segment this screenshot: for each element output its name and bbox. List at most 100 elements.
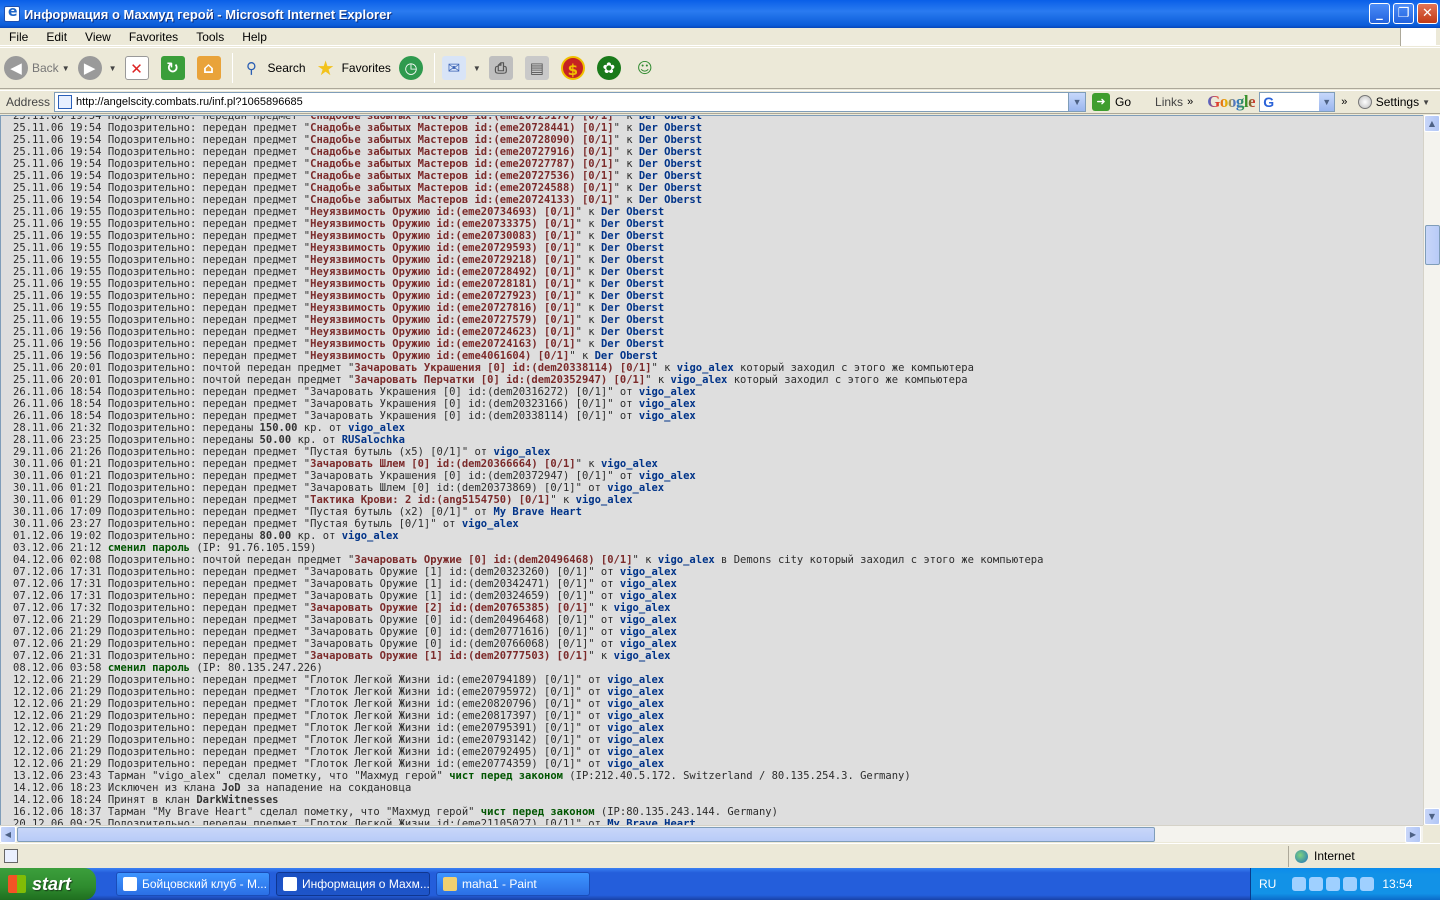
player-link[interactable]: vigo_alex bbox=[658, 554, 715, 566]
player-link[interactable]: vigo_alex bbox=[639, 386, 696, 398]
plugin-button-2[interactable]: ✿ bbox=[593, 50, 629, 86]
player-link[interactable]: Der Oberst bbox=[601, 266, 664, 278]
menu-tools[interactable]: Tools bbox=[187, 30, 233, 44]
menu-favorites[interactable]: Favorites bbox=[120, 30, 187, 44]
mail-button[interactable]: ✉ ▼ bbox=[438, 50, 485, 86]
vertical-scroll-thumb[interactable] bbox=[1425, 225, 1440, 265]
player-link[interactable]: vigo_alex bbox=[576, 494, 633, 506]
player-link[interactable]: vigo_alex bbox=[601, 458, 658, 470]
player-link[interactable]: Der Oberst bbox=[639, 134, 702, 146]
player-link[interactable]: vigo_alex bbox=[620, 590, 677, 602]
forward-button[interactable]: ▶ ▼ bbox=[74, 50, 121, 86]
player-link[interactable]: Der Oberst bbox=[595, 350, 658, 362]
player-link[interactable]: vigo_alex bbox=[607, 722, 664, 734]
start-button[interactable]: start bbox=[0, 868, 96, 900]
horizontal-scrollbar[interactable]: ◀ ▶ bbox=[0, 825, 1423, 843]
plugin-button-1[interactable]: $ bbox=[557, 50, 593, 86]
menu-edit[interactable]: Edit bbox=[37, 30, 76, 44]
player-link[interactable]: vigo_alex bbox=[620, 638, 677, 650]
player-link[interactable]: Der Oberst bbox=[639, 158, 702, 170]
search-button[interactable]: ⚲ Search bbox=[236, 50, 310, 86]
player-link[interactable]: vigo_alex bbox=[607, 686, 664, 698]
scroll-down-icon[interactable]: ▼ bbox=[1424, 808, 1440, 825]
player-link[interactable]: Der Oberst bbox=[601, 314, 664, 326]
taskbar-item-combats[interactable]: Бойцовский клуб - M... bbox=[116, 872, 270, 896]
player-link[interactable]: vigo_alex bbox=[639, 398, 696, 410]
player-link[interactable]: vigo_alex bbox=[607, 482, 664, 494]
tray-chevron-icon[interactable] bbox=[1292, 877, 1307, 891]
player-link[interactable]: Der Oberst bbox=[601, 326, 664, 338]
player-link[interactable]: RUSalochka bbox=[342, 434, 405, 446]
menu-file[interactable]: File bbox=[0, 30, 37, 44]
volume-icon[interactable] bbox=[1326, 877, 1341, 891]
settings-button[interactable]: Settings ▼ bbox=[1357, 95, 1430, 109]
minimize-button[interactable]: _ bbox=[1369, 3, 1390, 24]
player-link[interactable]: vigo_alex bbox=[639, 470, 696, 482]
messenger-button[interactable]: ☺ bbox=[629, 50, 665, 86]
player-link[interactable]: vigo_alex bbox=[348, 422, 405, 434]
player-link[interactable]: vigo_alex bbox=[462, 518, 519, 530]
chevron-down-icon[interactable]: ▼ bbox=[1068, 93, 1086, 111]
refresh-button[interactable]: ↻ bbox=[157, 50, 193, 86]
player-link[interactable]: My Brave Heart bbox=[493, 506, 582, 518]
player-link[interactable]: vigo_alex bbox=[607, 734, 664, 746]
network-icon[interactable] bbox=[1309, 877, 1324, 891]
player-link[interactable]: vigo_alex bbox=[342, 530, 399, 542]
player-link[interactable]: vigo_alex bbox=[607, 674, 664, 686]
messenger-tray-icon[interactable] bbox=[1343, 877, 1358, 891]
player-link[interactable]: vigo_alex bbox=[607, 710, 664, 722]
language-indicator[interactable]: RU bbox=[1259, 877, 1276, 891]
player-link[interactable]: vigo_alex bbox=[677, 362, 734, 374]
player-link[interactable]: Der Oberst bbox=[639, 122, 702, 134]
vertical-scrollbar[interactable]: ▲ ▼ bbox=[1423, 115, 1440, 825]
player-link[interactable]: vigo_alex bbox=[607, 698, 664, 710]
page-content[interactable]: 25.11.06 19:54 Подозрительно: передан пр… bbox=[0, 115, 1423, 825]
player-link[interactable]: vigo_alex bbox=[620, 566, 677, 578]
address-input[interactable]: http://angelscity.combats.ru/inf.pl?1065… bbox=[54, 92, 1087, 112]
history-button[interactable]: ◷ bbox=[395, 50, 431, 86]
taskbar-item-paint[interactable]: maha1 - Paint bbox=[436, 872, 590, 896]
player-link[interactable]: Der Oberst bbox=[639, 170, 702, 182]
player-link[interactable]: My Brave Heart bbox=[607, 818, 696, 825]
player-link[interactable]: Der Oberst bbox=[639, 194, 702, 206]
player-link[interactable]: Der Oberst bbox=[601, 254, 664, 266]
player-link[interactable]: Der Oberst bbox=[601, 290, 664, 302]
links-button[interactable]: Links bbox=[1155, 95, 1183, 109]
player-link[interactable]: Der Oberst bbox=[601, 206, 664, 218]
player-link[interactable]: vigo_alex bbox=[620, 626, 677, 638]
player-link[interactable]: vigo_alex bbox=[614, 650, 671, 662]
horizontal-scroll-thumb[interactable] bbox=[17, 827, 1155, 842]
chevron-right-icon[interactable]: » bbox=[1187, 96, 1193, 108]
player-link[interactable]: Der Oberst bbox=[639, 182, 702, 194]
player-link[interactable]: vigo_alex bbox=[607, 758, 664, 770]
menu-help[interactable]: Help bbox=[233, 30, 276, 44]
player-link[interactable]: Der Oberst bbox=[601, 278, 664, 290]
player-link[interactable]: Der Oberst bbox=[601, 218, 664, 230]
chevron-down-icon[interactable]: ▼ bbox=[1319, 93, 1335, 111]
player-link[interactable]: vigo_alex bbox=[607, 746, 664, 758]
maximize-button[interactable]: ❐ bbox=[1393, 3, 1414, 24]
chevron-right-icon[interactable]: » bbox=[1341, 96, 1347, 108]
player-link[interactable]: vigo_alex bbox=[620, 578, 677, 590]
player-link[interactable]: vigo_alex bbox=[614, 602, 671, 614]
player-link[interactable]: Der Oberst bbox=[601, 242, 664, 254]
player-link[interactable]: Der Oberst bbox=[601, 302, 664, 314]
player-link[interactable]: Der Oberst bbox=[601, 338, 664, 350]
scroll-right-icon[interactable]: ▶ bbox=[1405, 826, 1421, 843]
player-link[interactable]: vigo_alex bbox=[620, 614, 677, 626]
favorites-button[interactable]: ★ Favorites bbox=[310, 50, 395, 86]
tray-app-icon[interactable] bbox=[1360, 877, 1375, 891]
player-link[interactable]: Der Oberst bbox=[639, 116, 702, 122]
taskbar-item-info[interactable]: Информация о Махм... bbox=[276, 872, 430, 896]
print-button[interactable]: ⎙ bbox=[485, 50, 521, 86]
menu-view[interactable]: View bbox=[76, 30, 120, 44]
player-link[interactable]: vigo_alex bbox=[639, 410, 696, 422]
scroll-up-icon[interactable]: ▲ bbox=[1424, 115, 1440, 132]
go-button[interactable]: ➜ Go bbox=[1092, 93, 1131, 111]
home-button[interactable]: ⌂ bbox=[193, 50, 229, 86]
scroll-left-icon[interactable]: ◀ bbox=[0, 826, 16, 843]
google-search-input[interactable]: G ▼ bbox=[1259, 92, 1336, 112]
player-link[interactable]: vigo_alex bbox=[670, 374, 727, 386]
stop-button[interactable]: ✕ bbox=[121, 50, 157, 86]
edit-button[interactable]: ▤ bbox=[521, 50, 557, 86]
